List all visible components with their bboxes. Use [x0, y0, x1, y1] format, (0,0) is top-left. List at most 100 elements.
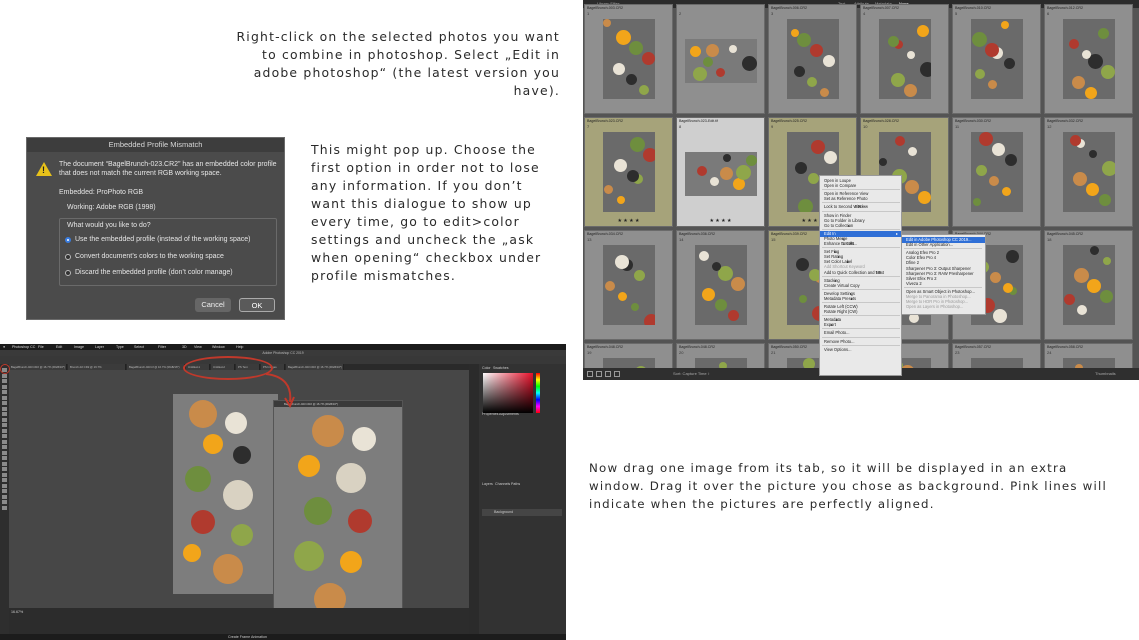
radio-selected-icon[interactable] [65, 236, 71, 243]
menu-item[interactable]: Metadata Presets ▸ [824, 296, 856, 302]
ok-button[interactable]: OK [239, 298, 275, 312]
menu-item[interactable]: Go to Collection ▸ [824, 223, 853, 229]
panel-tab-color[interactable]: Color [482, 366, 491, 370]
rating-stars[interactable]: ★ ★ ★ ★ [677, 218, 764, 224]
thumbnail-image[interactable] [787, 19, 839, 99]
tool-icon[interactable] [2, 494, 7, 499]
menu-item[interactable]: Add to Quick Collection and Next ⇧B [824, 270, 884, 276]
panel-icon-strip[interactable] [469, 364, 479, 634]
thumbnail-image[interactable] [1063, 132, 1115, 212]
panel-tab-swatches[interactable]: Swatches [493, 366, 509, 370]
option-convert[interactable]: Convert document’s colors to the working… [65, 253, 224, 260]
color-picker-field[interactable] [483, 373, 533, 413]
thumbnail-cell[interactable]: BagelBrunch-012.CR2 6 [1044, 4, 1133, 114]
thumbnail-cell[interactable]: BagelBrunch-023.CR2 7 ★ ★ ★ ★ [584, 117, 673, 227]
tool-icon[interactable] [2, 373, 7, 378]
menu-bar-item[interactable]: Photoshop CC [12, 345, 35, 349]
tool-icon[interactable] [2, 439, 7, 444]
menu-bar-item[interactable]: Layer [95, 345, 104, 349]
tool-icon[interactable] [2, 428, 7, 433]
hue-slider[interactable] [536, 373, 540, 413]
menu-bar-item[interactable]: Select [134, 345, 144, 349]
loupe-view-icon[interactable] [596, 371, 602, 377]
apple-menu-icon[interactable]: ● [3, 345, 5, 349]
thumbnail-image[interactable] [603, 19, 655, 99]
thumbnail-image[interactable] [603, 132, 655, 212]
tool-icon[interactable] [2, 500, 7, 504]
menu-item[interactable]: Enhance Details... ⌥⇧⌘I [824, 241, 857, 247]
tool-icon[interactable] [2, 456, 7, 460]
thumbnail-cell[interactable]: BagelBrunch-036.CR2 14 [676, 230, 765, 340]
canvas-area[interactable]: BagelBrunch-023.CR2 @ 16.7% (RGB/16*) [9, 370, 469, 624]
menu-bar-item[interactable]: Image [74, 345, 84, 349]
menu-bar-item[interactable]: Window [212, 345, 225, 349]
thumbnails-slider-label[interactable]: Thumbnails [1095, 371, 1116, 376]
thumbnail-image[interactable] [685, 152, 757, 196]
thumbnail-cell[interactable]: BagelBrunch-023-Edit.tif 8 ★ ★ ★ ★ [676, 117, 765, 227]
menu-bar-item[interactable]: File [38, 345, 44, 349]
radio-icon[interactable] [65, 269, 71, 276]
menu-bar-item[interactable]: Edit [56, 345, 62, 349]
menu-item[interactable]: Open as Layers in Photoshop... [906, 304, 963, 310]
tool-icon[interactable] [2, 472, 7, 477]
radio-icon[interactable] [65, 253, 71, 260]
option-use-embedded[interactable]: Use the embedded profile (instead of the… [65, 236, 251, 243]
floating-document-window[interactable]: BagelBrunch-023.CR2 @ 16.7% (RGB/16*) [273, 400, 403, 624]
thumbnail-image[interactable] [971, 132, 1023, 212]
thumbnail-cell[interactable]: BagelBrunch-030.CR2 11 [952, 117, 1041, 227]
panel-tab-layers[interactable]: Layers [482, 482, 493, 486]
thumbnail-cell[interactable]: BagelBrunch-010.CR2 5 [952, 4, 1041, 114]
menu-bar-item[interactable]: View [194, 345, 202, 349]
menu-item[interactable]: Export ▸ [824, 322, 836, 328]
tool-icon[interactable] [2, 401, 7, 405]
tool-icon[interactable] [2, 450, 7, 455]
thumbnail-image[interactable] [1063, 245, 1115, 325]
compare-view-icon[interactable] [605, 371, 611, 377]
thumbnail-image[interactable] [1063, 19, 1115, 99]
survey-view-icon[interactable] [614, 371, 620, 377]
thumbnail-cell[interactable]: BagelBrunch-007.CR2 4 [860, 4, 949, 114]
tool-icon[interactable] [2, 467, 7, 471]
menu-item[interactable]: Set as Reference Photo [824, 196, 867, 202]
menu-item[interactable]: Remove Photo... [824, 339, 855, 345]
tool-icon[interactable] [2, 423, 7, 427]
thumbnail-image[interactable] [695, 245, 747, 325]
menu-bar-item[interactable]: Filter [158, 345, 166, 349]
tool-icon[interactable] [2, 406, 7, 411]
tool-icon[interactable] [2, 445, 7, 449]
menu-item[interactable]: View Options... [824, 347, 851, 353]
menu-bar-item[interactable]: Type [116, 345, 124, 349]
thumbnail-cell[interactable]: 2 [676, 4, 765, 114]
rating-stars[interactable]: ★ ★ ★ ★ [585, 218, 672, 224]
menu-item[interactable]: Rotate Right (CW) [824, 309, 857, 315]
menu-item[interactable]: Email Photo... [824, 330, 849, 336]
tool-icon[interactable] [2, 417, 7, 422]
tool-icon[interactable] [2, 395, 7, 400]
menu-item[interactable]: Create Virtual Copy [824, 283, 860, 289]
tool-icon[interactable] [2, 390, 7, 394]
tool-icon[interactable] [2, 379, 7, 383]
tool-icon[interactable] [2, 478, 7, 482]
thumbnail-cell[interactable]: BagelBrunch-034.CR2 13 [584, 230, 673, 340]
tool-icon[interactable] [2, 505, 7, 510]
tool-icon[interactable] [2, 483, 7, 488]
menu-item[interactable]: Lock to Second Window ⇧⌘↩ [824, 204, 868, 210]
panel-tab-paths[interactable]: Paths [511, 482, 520, 486]
tool-icon[interactable] [2, 489, 7, 493]
cancel-button[interactable]: Cancel [195, 298, 231, 312]
tool-icon[interactable] [2, 434, 7, 438]
menu-item[interactable]: Viveza 2 [906, 281, 922, 287]
grid-view-icon[interactable] [587, 371, 593, 377]
tool-icon[interactable] [2, 384, 7, 389]
panel-tab-channels[interactable]: Channels [495, 482, 510, 486]
background-photo[interactable] [173, 394, 278, 594]
create-frame-animation-button[interactable]: Create Frame Animation [228, 635, 267, 639]
tool-icon[interactable] [2, 461, 7, 466]
thumbnail-cell[interactable]: BagelBrunch-045.CR2 18 [1044, 230, 1133, 340]
thumbnail-cell[interactable]: BagelBrunch-006.CR2 3 [768, 4, 857, 114]
thumbnail-image[interactable] [603, 245, 655, 325]
thumbnail-image[interactable] [685, 39, 757, 83]
thumbnail-cell[interactable]: BagelBrunch-032.CR2 12 [1044, 117, 1133, 227]
layer-row[interactable]: Background [482, 509, 562, 516]
menu-item[interactable]: Open in Compare [824, 183, 856, 189]
